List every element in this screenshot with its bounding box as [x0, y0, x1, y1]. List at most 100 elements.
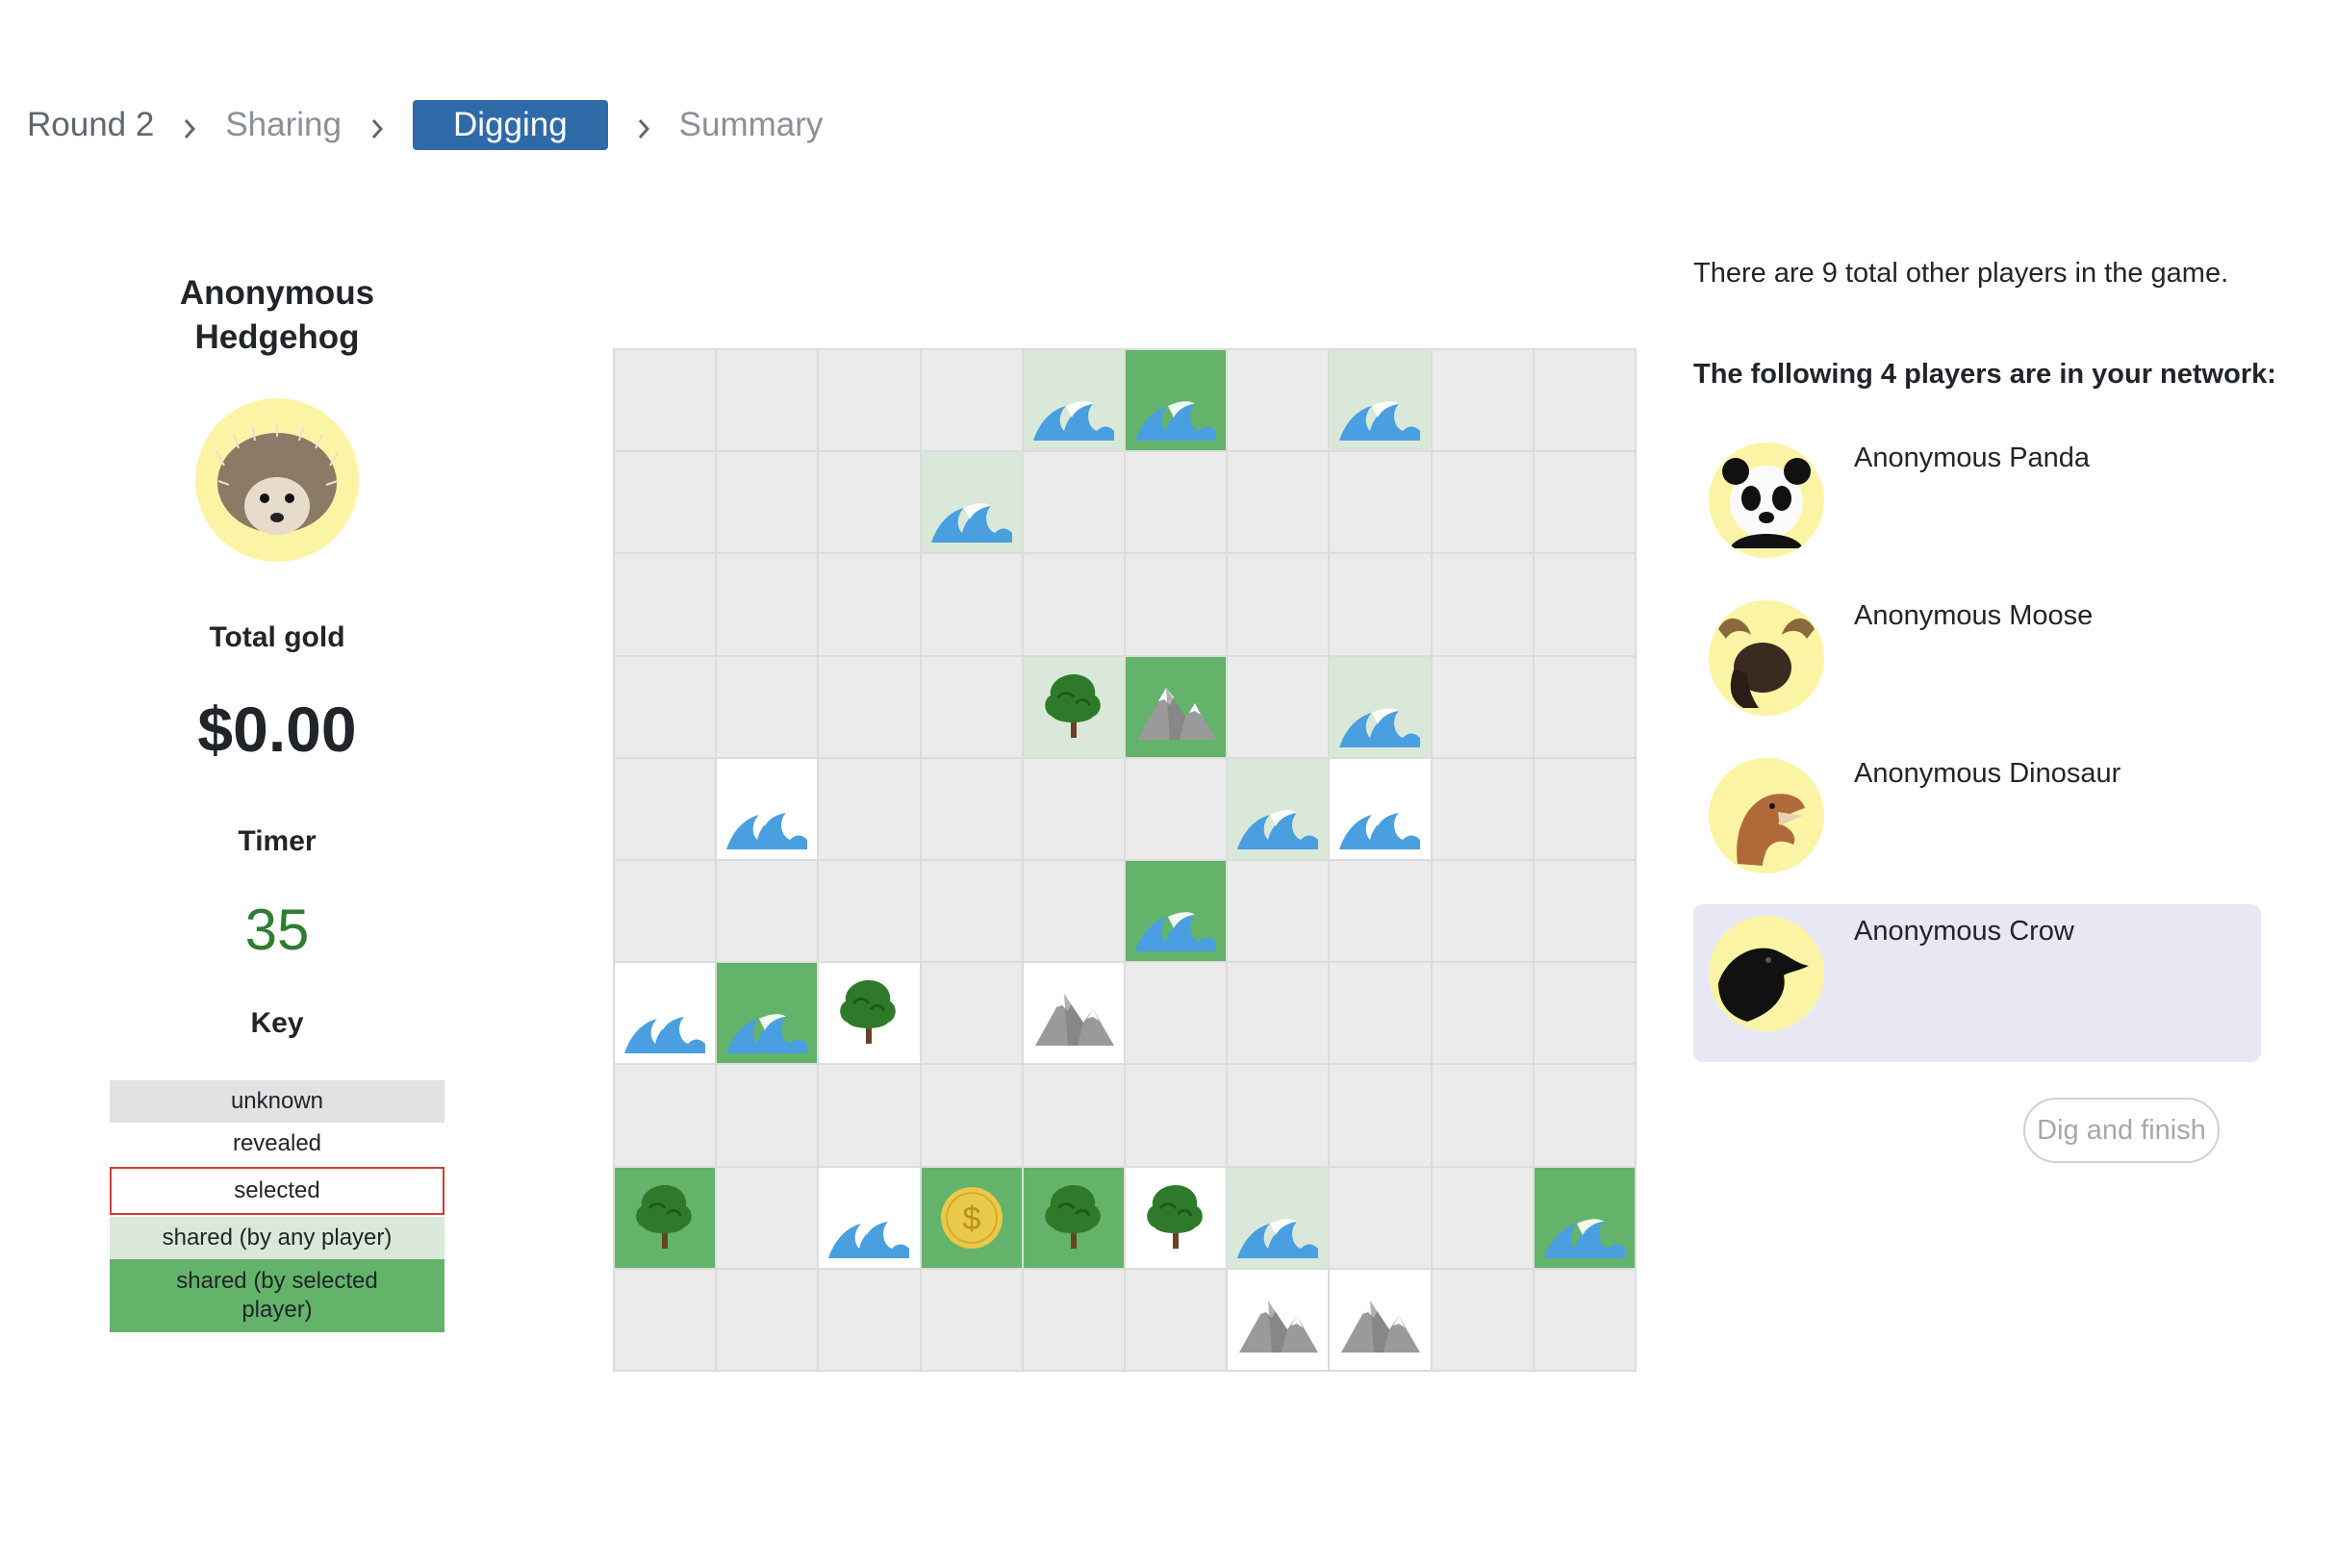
network-player-item[interactable]: Anonymous Dinosaur — [1693, 746, 2261, 904]
grid-cell[interactable] — [1023, 860, 1124, 962]
grid-cell[interactable] — [1534, 963, 1635, 1064]
grid-cell[interactable] — [1228, 1269, 1329, 1370]
grid-cell[interactable] — [1432, 963, 1533, 1064]
grid-cell[interactable] — [1023, 963, 1124, 1064]
network-player-item[interactable]: Anonymous Panda — [1693, 431, 2261, 589]
grid-cell[interactable] — [1534, 860, 1635, 962]
grid-cell[interactable] — [1023, 1269, 1124, 1370]
grid-cell[interactable] — [1330, 656, 1431, 757]
grid-cell[interactable] — [1534, 1065, 1635, 1166]
grid-cell[interactable] — [1125, 1269, 1227, 1370]
breadcrumb-sharing[interactable]: Sharing — [225, 106, 342, 144]
grid-cell[interactable] — [819, 554, 920, 655]
grid-cell[interactable] — [1228, 656, 1329, 757]
grid-cell[interactable] — [717, 554, 818, 655]
grid-cell[interactable] — [1534, 452, 1635, 553]
grid-cell[interactable] — [717, 860, 818, 962]
grid-cell[interactable] — [819, 350, 920, 451]
dig-and-finish-button[interactable]: Dig and finish — [2023, 1098, 2220, 1163]
grid-cell[interactable] — [819, 1167, 920, 1268]
grid-cell[interactable] — [1534, 1269, 1635, 1370]
grid-cell[interactable] — [615, 758, 716, 859]
grid-cell[interactable] — [1534, 1167, 1635, 1268]
grid-cell[interactable] — [921, 1269, 1022, 1370]
grid-cell[interactable] — [819, 963, 920, 1064]
grid-cell[interactable] — [1228, 350, 1329, 451]
grid-cell[interactable] — [717, 1167, 818, 1268]
grid-cell[interactable] — [615, 554, 716, 655]
grid-cell[interactable] — [1330, 350, 1431, 451]
grid-cell[interactable] — [1023, 1065, 1124, 1166]
grid-cell[interactable] — [1228, 452, 1329, 553]
network-player-item[interactable]: Anonymous Moose — [1693, 589, 2261, 746]
grid-cell[interactable] — [1125, 656, 1227, 757]
grid-cell[interactable] — [1125, 1167, 1227, 1268]
grid-cell[interactable] — [1125, 350, 1227, 451]
grid-cell[interactable] — [1125, 1065, 1227, 1166]
grid-cell[interactable] — [1432, 656, 1533, 757]
grid-cell[interactable] — [1228, 554, 1329, 655]
grid-cell[interactable] — [1228, 1167, 1329, 1268]
grid-cell[interactable] — [1125, 452, 1227, 553]
grid-cell[interactable] — [819, 758, 920, 859]
grid-cell[interactable] — [717, 1065, 818, 1166]
grid-cell[interactable] — [1023, 1167, 1124, 1268]
grid-cell[interactable] — [1432, 350, 1533, 451]
grid-cell[interactable] — [1330, 554, 1431, 655]
grid-cell[interactable] — [615, 963, 716, 1064]
grid-cell[interactable] — [921, 860, 1022, 962]
grid-cell[interactable] — [615, 656, 716, 757]
grid-cell[interactable] — [1432, 554, 1533, 655]
grid-cell[interactable] — [921, 1065, 1022, 1166]
grid-cell[interactable] — [1228, 860, 1329, 962]
grid-cell[interactable] — [921, 452, 1022, 553]
breadcrumb-digging[interactable]: Digging — [412, 100, 608, 150]
grid-cell[interactable] — [1023, 350, 1124, 451]
grid-cell[interactable] — [1432, 1269, 1533, 1370]
grid-cell[interactable] — [1534, 554, 1635, 655]
grid-cell[interactable] — [1330, 1269, 1431, 1370]
grid-cell[interactable] — [1534, 656, 1635, 757]
grid-cell[interactable] — [1330, 758, 1431, 859]
grid-cell[interactable] — [615, 1065, 716, 1166]
breadcrumb-summary[interactable]: Summary — [679, 106, 824, 144]
grid-cell[interactable] — [717, 963, 818, 1064]
grid-cell[interactable] — [1432, 860, 1533, 962]
grid-cell[interactable] — [1228, 963, 1329, 1064]
grid-cell[interactable] — [1125, 860, 1227, 962]
grid-cell[interactable] — [1330, 860, 1431, 962]
grid-cell[interactable] — [1330, 1167, 1431, 1268]
grid-cell[interactable] — [1534, 350, 1635, 451]
grid-cell[interactable] — [1330, 452, 1431, 553]
grid-cell[interactable] — [921, 963, 1022, 1064]
grid-cell[interactable] — [615, 350, 716, 451]
network-player-item[interactable]: Anonymous Crow — [1693, 904, 2261, 1062]
grid-cell[interactable] — [1023, 758, 1124, 859]
grid-cell[interactable] — [1432, 452, 1533, 553]
grid-cell[interactable] — [1228, 1065, 1329, 1166]
grid-cell[interactable] — [1432, 1065, 1533, 1166]
grid-cell[interactable] — [615, 1269, 716, 1370]
grid-cell[interactable] — [1330, 1065, 1431, 1166]
grid-cell[interactable] — [921, 758, 1022, 859]
grid-cell[interactable] — [615, 452, 716, 553]
grid-cell[interactable] — [1023, 656, 1124, 757]
grid-cell[interactable] — [819, 1269, 920, 1370]
grid-cell[interactable] — [819, 1065, 920, 1166]
grid-cell[interactable] — [819, 452, 920, 553]
grid-cell[interactable]: $ — [921, 1167, 1022, 1268]
grid-cell[interactable] — [1125, 758, 1227, 859]
grid-cell[interactable] — [1125, 963, 1227, 1064]
grid-cell[interactable] — [1023, 554, 1124, 655]
grid-cell[interactable] — [921, 350, 1022, 451]
grid-cell[interactable] — [1125, 554, 1227, 655]
grid-cell[interactable] — [1023, 452, 1124, 553]
grid-cell[interactable] — [717, 350, 818, 451]
grid-cell[interactable] — [615, 860, 716, 962]
grid-cell[interactable] — [1330, 963, 1431, 1064]
grid-cell[interactable] — [615, 1167, 716, 1268]
grid-cell[interactable] — [717, 1269, 818, 1370]
grid-cell[interactable] — [921, 554, 1022, 655]
grid-cell[interactable] — [717, 656, 818, 757]
grid-cell[interactable] — [1432, 758, 1533, 859]
